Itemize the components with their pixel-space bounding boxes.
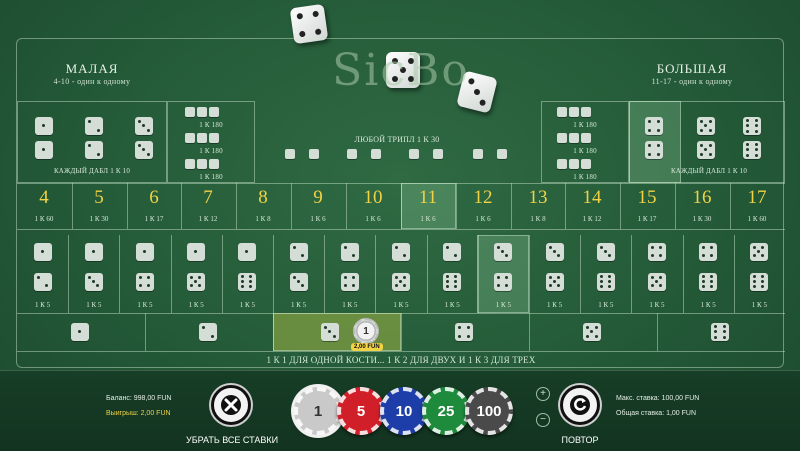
total-13[interactable]: 13 (511, 187, 565, 209)
control-bar: Баланс: 998,00 FUN Выигрыш: 2,00 FUN УБР… (0, 370, 800, 451)
combo-die-icon (136, 273, 154, 291)
single-6-icon[interactable] (711, 323, 729, 341)
combo-die-icon (750, 273, 769, 291)
total-11[interactable]: 11 (401, 187, 455, 209)
double-right-label: КАЖДЫЙ ДАБЛ 1 К 10 (670, 167, 748, 175)
combo-odds-label: 1 К 5 (86, 301, 102, 309)
combo-odds-label: 1 К 5 (188, 301, 204, 309)
combo-die-icon (238, 273, 257, 291)
combo-die-icon (289, 243, 308, 261)
placed-chip-amount: 2,00 FUN (351, 343, 383, 351)
combo-die-icon (33, 243, 52, 261)
big-bet-odds: 11-17 - один к одному (651, 77, 733, 86)
combo-die-icon (699, 243, 718, 261)
combo-odds-label: 1 К 5 (649, 301, 665, 309)
combo-die-icon (750, 243, 769, 261)
combo-die-icon (136, 243, 154, 261)
betting-table: SicBo МАЛАЯ 4-10 - один к одному БОЛЬШАЯ… (16, 38, 785, 368)
total-7[interactable]: 7 (181, 187, 235, 209)
win-label: Выигрыш: 2,00 FUN (106, 410, 171, 417)
increase-bet-button[interactable]: + (536, 387, 550, 401)
big-bet-title[interactable]: БОЛЬШАЯ (617, 61, 767, 77)
combo-die-icon (596, 243, 615, 261)
combo-odds-label: 1 К 5 (239, 301, 255, 309)
chip-25[interactable]: 25 (422, 387, 470, 435)
combo-odds-label: 1 К 5 (291, 301, 307, 309)
any-triple-label[interactable]: ЛЮБОЙ ТРИПЛ 1 К 30 (317, 135, 477, 144)
game-screen: SicBo МАЛАЯ 4-10 - один к одному БОЛЬШАЯ… (0, 0, 800, 451)
total-14[interactable]: 14 (565, 187, 619, 209)
combo-die-icon (494, 243, 513, 261)
combo-odds-label: 1 К 5 (495, 301, 511, 309)
combo-die-icon (596, 273, 615, 291)
combo-die-icon (238, 243, 257, 261)
total-bet-label: Общая ставка: 1,00 FUN (616, 410, 697, 417)
single-5-icon[interactable] (583, 323, 601, 341)
chip-10[interactable]: 10 (380, 387, 428, 435)
chip-100[interactable]: 100 (465, 387, 513, 435)
clear-all-button[interactable] (211, 385, 251, 425)
total-12[interactable]: 12 (456, 187, 510, 209)
combo-die-icon (494, 273, 513, 291)
single-2-icon[interactable] (199, 323, 217, 341)
combo-odds-label: 1 К 5 (444, 301, 460, 309)
combo-odds-label: 1 К 5 (700, 301, 716, 309)
close-icon (221, 395, 241, 415)
combo-odds-label: 1 К 5 (598, 301, 614, 309)
combo-die-icon (392, 273, 410, 291)
repeat-label: ПОВТОР (561, 435, 599, 445)
combo-odds-label: 1 К 5 (547, 301, 563, 309)
single-3-icon[interactable] (321, 323, 339, 341)
combo-die-icon (187, 243, 206, 261)
combo-die-icon (392, 243, 410, 261)
chip-5[interactable]: 5 (337, 387, 385, 435)
combo-die-icon (340, 243, 359, 261)
clear-all-label: УБРАТЬ ВСЕ СТАВКИ (186, 435, 279, 445)
combo-die-icon (187, 273, 206, 291)
combo-die-icon (33, 273, 52, 291)
combo-die-icon (340, 273, 359, 291)
combo-die-icon (699, 273, 718, 291)
combo-die-icon (545, 273, 564, 291)
single-1-icon[interactable] (71, 323, 89, 341)
combo-die-icon (648, 273, 666, 291)
placed-chip[interactable]: 1 (353, 318, 379, 344)
double-left-label: КАЖДЫЙ ДАБЛ 1 К 10 (53, 167, 131, 175)
combo-odds-label: 1 К 5 (35, 301, 51, 309)
combo-die-icon (545, 243, 564, 261)
combo-odds-label: 1 К 5 (342, 301, 358, 309)
combo-odds-label: 1 К 5 (393, 301, 409, 309)
small-bet-odds: 4-10 - один к одному (53, 77, 131, 86)
total-10[interactable]: 10 (346, 187, 400, 209)
repeat-button[interactable] (560, 385, 600, 425)
decrease-bet-button[interactable]: − (536, 413, 550, 427)
combo-odds-label: 1 К 5 (751, 301, 767, 309)
combo-die-icon (84, 273, 103, 291)
combo-die-icon (648, 243, 666, 261)
repeat-icon (570, 395, 590, 415)
combo-odds-label: 1 К 5 (137, 301, 153, 309)
combo-die-icon (289, 273, 308, 291)
total-5[interactable]: 5 (72, 187, 126, 209)
max-bet-label: Макс. ставка: 100,00 FUN (616, 395, 700, 402)
small-bet-title[interactable]: МАЛАЯ (17, 61, 167, 77)
total-8[interactable]: 8 (236, 187, 290, 209)
total-4[interactable]: 4 (17, 187, 71, 209)
combo-die-icon (84, 243, 103, 261)
combo-die-icon (443, 243, 462, 261)
balance-label: Баланс: 998,00 FUN (106, 395, 172, 402)
single-dice-rule: 1 К 1 ДЛЯ ОДНОЙ КОСТИ... 1 К 2 ДЛЯ ДВУХ … (266, 355, 536, 365)
total-17[interactable]: 17 (730, 187, 784, 209)
total-16[interactable]: 16 (675, 187, 729, 209)
combo-die-icon (443, 273, 462, 291)
total-9[interactable]: 9 (291, 187, 345, 209)
chip-1[interactable]: 1 (294, 387, 342, 435)
total-6[interactable]: 6 (127, 187, 181, 209)
sicbo-logo: SicBo (332, 45, 470, 96)
single-4-icon[interactable] (455, 323, 473, 341)
total-15[interactable]: 15 (620, 187, 674, 209)
